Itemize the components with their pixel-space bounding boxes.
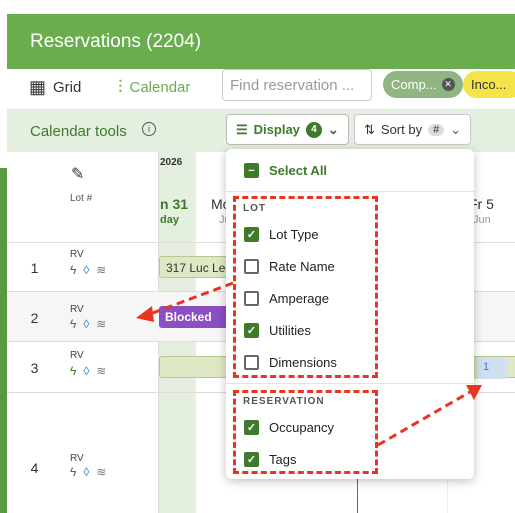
calendar-tools-label: Calendar tools: [30, 123, 127, 140]
info-icon[interactable]: i: [142, 122, 156, 136]
utility-icons: ϟ ◊ ≋: [70, 317, 106, 331]
tab-calendar-label: Calendar: [129, 79, 191, 96]
tab-calendar[interactable]: ⫶ Calendar: [118, 77, 190, 98]
display-label: Display: [253, 122, 300, 137]
lot-type: RV: [70, 453, 84, 464]
day-label: n 31: [160, 196, 189, 212]
day-sub: Jun: [473, 214, 491, 226]
view-toolbar: ▦ Grid ⫶ Calendar Find reservation ... C…: [7, 69, 515, 110]
day-sub: day: [160, 214, 179, 226]
tab-grid[interactable]: ▦ Grid: [29, 77, 81, 98]
display-button[interactable]: ☰ Display 4 ⌄: [226, 114, 349, 145]
utility-icons: ϟ ◊ ≋: [70, 465, 106, 479]
blocked-bar[interactable]: Blocked: [159, 306, 233, 328]
annotation-box: [233, 390, 378, 474]
checkbox[interactable]: −: [244, 163, 259, 178]
close-icon[interactable]: ✕: [441, 78, 455, 91]
page-header: Reservations (2204): [7, 14, 515, 69]
select-all-label: Select All: [269, 163, 328, 178]
year-label: 2026: [160, 157, 183, 168]
filter-chip-label: Inco...: [471, 77, 507, 92]
lot-number: 4: [30, 460, 39, 476]
sort-icon: ⇅: [364, 121, 375, 137]
left-edge: [0, 0, 7, 513]
bolt-icon: ϟ: [70, 317, 77, 331]
list-icon: ☰: [236, 121, 248, 137]
sort-label: Sort by: [380, 122, 423, 137]
water-icon: ◊: [83, 364, 90, 378]
lot-type: RV: [70, 350, 84, 361]
lot-header: Lot #: [70, 193, 93, 204]
lot-number: 2: [30, 310, 39, 326]
water-icon: ◊: [83, 317, 90, 331]
water-icon: ◊: [83, 465, 90, 479]
sort-button[interactable]: ⇅ Sort by # ⌄: [354, 114, 472, 145]
sewer-icon: ≋: [96, 263, 107, 277]
water-icon: ◊: [83, 263, 90, 277]
bolt-icon: ϟ: [70, 364, 77, 378]
filter-chip[interactable]: Comp... ✕: [383, 71, 463, 98]
select-all-option[interactable]: − Select All: [244, 163, 327, 178]
tab-grid-label: Grid: [53, 79, 82, 96]
sort-badge: #: [428, 123, 445, 136]
lot-type: RV: [70, 304, 84, 315]
annotation-box: [233, 196, 378, 378]
grid-icon: ▦: [29, 77, 47, 97]
occupancy-count: 1: [477, 357, 507, 379]
sewer-icon: ≋: [96, 465, 107, 479]
chevron-down-icon: ⌄: [450, 121, 462, 137]
lot-number: 1: [30, 260, 39, 276]
bolt-icon: ϟ: [70, 263, 77, 277]
calendar-tools-bar: Calendar tools i ☰ Display 4 ⌄ ⇅ Sort by…: [7, 110, 515, 152]
calendar-icon: ⫶: [118, 77, 123, 97]
edit-icon[interactable]: ✎: [71, 164, 84, 184]
lot-number: 3: [30, 360, 39, 376]
sewer-icon: ≋: [96, 364, 107, 378]
chevron-down-icon: ⌄: [327, 121, 339, 137]
lot-type: RV: [70, 249, 84, 260]
utility-icons: ϟ ◊ ≋: [70, 263, 106, 277]
filter-chip[interactable]: Inco...: [463, 71, 515, 98]
bolt-icon: ϟ: [70, 465, 77, 479]
utility-icons: ϟ ◊ ≋: [70, 364, 106, 378]
display-count-badge: 4: [305, 121, 322, 138]
sewer-icon: ≋: [96, 317, 107, 331]
filter-chip-label: Comp...: [391, 77, 437, 92]
page-title: Reservations (2204): [30, 31, 202, 52]
search-input[interactable]: Find reservation ...: [222, 69, 372, 101]
